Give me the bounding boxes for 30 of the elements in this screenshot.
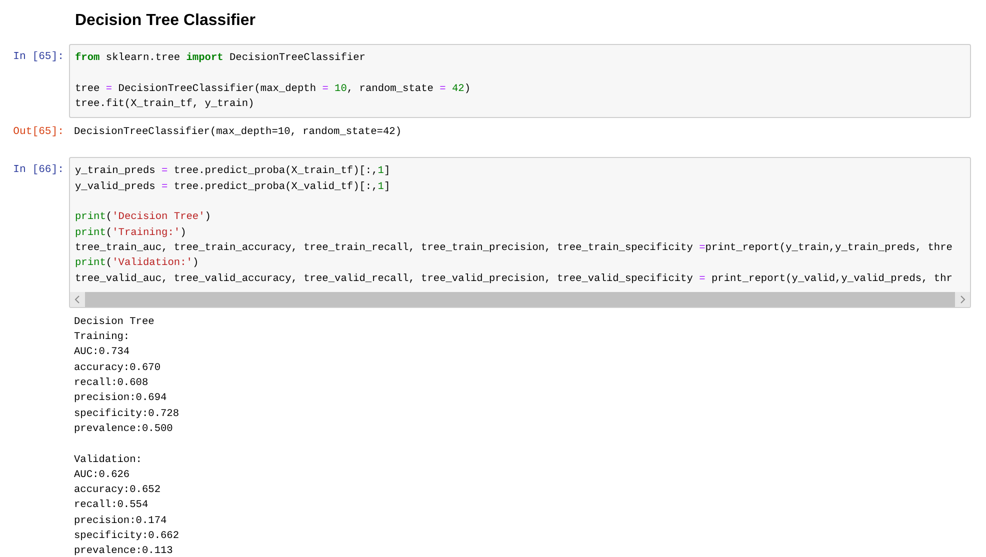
output-line: Training: [74, 330, 130, 346]
output-line: prevalence:0.113 [74, 544, 173, 557]
output-line: Decision Tree [74, 314, 154, 330]
output-line: Validation: [74, 452, 142, 468]
code-line: y_valid_preds = tree.predict_proba(X_valid_tf)[:,1] [75, 180, 390, 195]
code-line: print('Decision Tree') [75, 210, 211, 226]
code-line: y_train_preds = tree.predict_proba(X_train_tf)[:,1] [75, 164, 390, 180]
output-line: AUC:0.734 [74, 345, 130, 360]
output-line: accuracy:0.652 [74, 483, 161, 498]
output-line: AUC:0.626 [74, 468, 130, 483]
section-heading: Decision Tree Classifier [75, 11, 257, 31]
output-line: accuracy:0.670 [74, 360, 161, 376]
code-line: tree.fit(X_train_tf, y_train) [75, 96, 254, 112]
code-line: tree_valid_auc, tree_valid_accuracy, tree_valid_recall, tree_valid_precision, tree_valid_specificity = print_report(y_valid,y_valid_preds, thr [75, 272, 952, 287]
output-line: specificity:0.728 [74, 406, 180, 422]
output-line: precision:0.174 [74, 514, 167, 529]
output-line: prevalence:0.500 [74, 422, 173, 437]
output-line: DecisionTreeClassifier(max_depth=10, random_state=42) [74, 125, 402, 140]
input-prompt: In [65]: [13, 51, 64, 63]
code-line: tree_train_auc, tree_train_accuracy, tree_train_recall, tree_train_precision, tree_train_specificity =print_report(y_train,y_train_preds, thre [75, 240, 952, 256]
input-prompt: In [66]: [13, 164, 64, 176]
output-line: precision:0.694 [74, 391, 167, 406]
code-line: from sklearn.tree import DecisionTreeClassifier [75, 51, 366, 66]
output-line: recall:0.608 [74, 376, 148, 392]
output-line: specificity:0.662 [74, 529, 180, 544]
output-line: recall:0.554 [74, 498, 148, 514]
code-line: print('Validation:') [75, 256, 199, 272]
code-line: print('Training:') [75, 226, 186, 241]
code-line: tree = DecisionTreeClassifier(max_depth = 10, random_state = 42) [75, 82, 471, 97]
output-prompt: Out[65]: [13, 126, 64, 138]
